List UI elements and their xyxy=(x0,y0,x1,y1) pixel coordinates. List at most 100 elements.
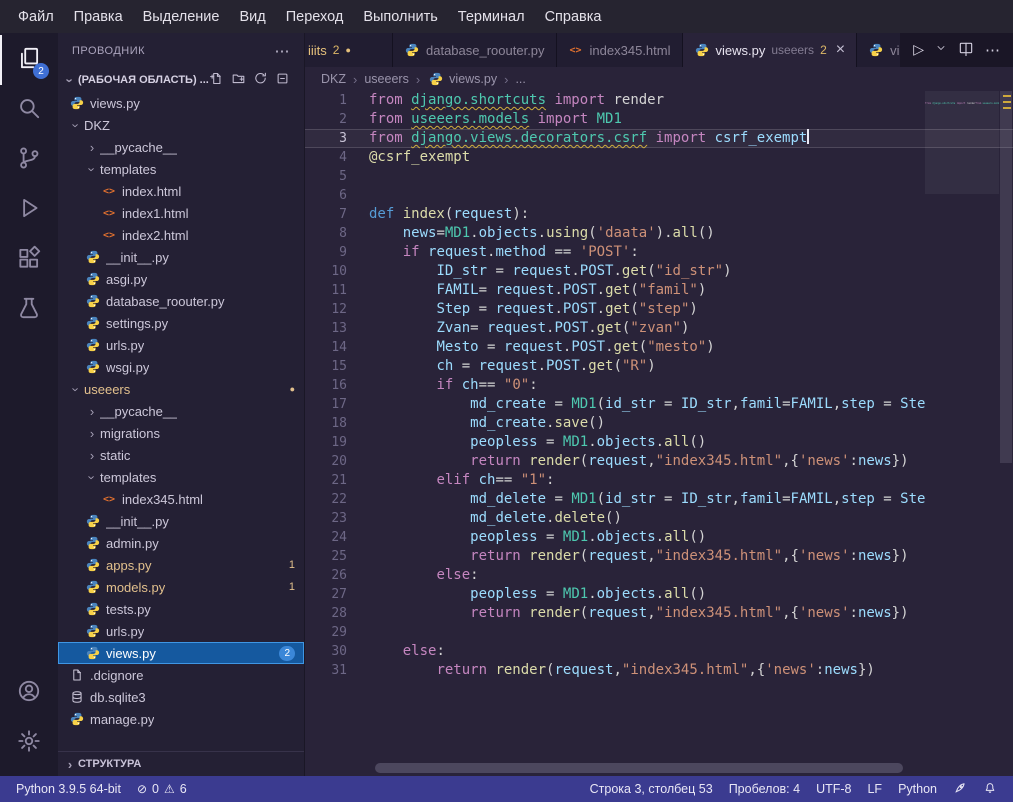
code-line-28[interactable]: 28 return render(request,"index345.html"… xyxy=(305,604,1013,623)
new-folder-icon[interactable] xyxy=(231,71,246,89)
activity-explorer[interactable]: 2 xyxy=(0,35,58,85)
tree-item-dcignore[interactable]: .dcignore xyxy=(58,664,304,686)
tree-item-asgi-py[interactable]: asgi.py xyxy=(58,268,304,290)
code-line-24[interactable]: 24 peopless = MD1.objects.all() xyxy=(305,528,1013,547)
line-number[interactable]: 20 xyxy=(305,452,369,471)
code-editor[interactable]: 1from django.shortcuts import render2fro… xyxy=(305,91,1013,776)
line-number[interactable]: 11 xyxy=(305,281,369,300)
code-line-31[interactable]: 31 return render(request,"index345.html"… xyxy=(305,661,1013,680)
line-number[interactable]: 2 xyxy=(305,110,369,129)
tree-item-index345-html[interactable]: <>index345.html xyxy=(58,488,304,510)
code-line-14[interactable]: 14 Mesto = request.POST.get("mesto") xyxy=(305,338,1013,357)
code-line-5[interactable]: 5 xyxy=(305,167,1013,186)
line-number[interactable]: 16 xyxy=(305,376,369,395)
status-python-version[interactable]: Python 3.9.5 64-bit xyxy=(8,776,129,802)
code-line-13[interactable]: 13 Zvan= request.POST.get("zvan") xyxy=(305,319,1013,338)
code-line-8[interactable]: 8 news=MD1.objects.using('daata').all() xyxy=(305,224,1013,243)
vertical-scrollbar-thumb[interactable] xyxy=(1000,91,1012,463)
code-line-16[interactable]: 16 if ch== "0": xyxy=(305,376,1013,395)
code-line-30[interactable]: 30 else: xyxy=(305,642,1013,661)
vertical-scrollbar[interactable] xyxy=(999,91,1013,776)
line-number[interactable]: 30 xyxy=(305,642,369,661)
tab-index345-html[interactable]: <>index345.html xyxy=(557,33,683,67)
tree-item-admin-py[interactable]: admin.py xyxy=(58,532,304,554)
more-actions-button[interactable]: ⋯ xyxy=(985,41,1000,60)
tree-item-views-py[interactable]: views.py xyxy=(58,92,304,114)
tree-item-manage-py[interactable]: manage.py xyxy=(58,708,304,730)
activity-testing[interactable] xyxy=(0,285,58,335)
code-line-1[interactable]: 1from django.shortcuts import render xyxy=(305,91,1013,110)
menu-item-файл[interactable]: Файл xyxy=(8,0,64,33)
line-number[interactable]: 3 xyxy=(305,129,369,148)
activity-search[interactable] xyxy=(0,85,58,135)
code-line-22[interactable]: 22 md_delete = MD1(id_str = ID_str,famil… xyxy=(305,490,1013,509)
horizontal-scrollbar-thumb[interactable] xyxy=(375,763,903,773)
line-number[interactable]: 27 xyxy=(305,585,369,604)
code-line-26[interactable]: 26 else: xyxy=(305,566,1013,585)
refresh-icon[interactable] xyxy=(253,71,268,89)
line-number[interactable]: 9 xyxy=(305,243,369,262)
line-number[interactable]: 17 xyxy=(305,395,369,414)
collapse-all-icon[interactable] xyxy=(275,71,290,89)
code-line-21[interactable]: 21 elif ch== "1": xyxy=(305,471,1013,490)
tree-item-database-roouter-py[interactable]: database_roouter.py xyxy=(58,290,304,312)
line-number[interactable]: 4 xyxy=(305,148,369,167)
line-number[interactable]: 28 xyxy=(305,604,369,623)
tree-item-db-sqlite3[interactable]: db.sqlite3 xyxy=(58,686,304,708)
code-line-29[interactable]: 29 xyxy=(305,623,1013,642)
status-encoding[interactable]: UTF-8 xyxy=(808,782,859,796)
code-line-2[interactable]: 2from useeers.models import MD1 xyxy=(305,110,1013,129)
menu-item-правка[interactable]: Правка xyxy=(64,0,133,33)
tab-database-roouter-py[interactable]: database_roouter.py xyxy=(393,33,557,67)
status-problems[interactable]: ⊘0⚠6 xyxy=(129,776,195,802)
breadcrumb-item-useeers[interactable]: useeers xyxy=(364,72,408,86)
tree-item-templates[interactable]: ›templates xyxy=(58,466,304,488)
line-number[interactable]: 6 xyxy=(305,186,369,205)
code-line-10[interactable]: 10 ID_str = request.POST.get("id_str") xyxy=(305,262,1013,281)
code-line-3[interactable]: 3from django.views.decorators.csrf impor… xyxy=(305,129,1013,148)
tree-item-views-py[interactable]: views.py2 xyxy=(58,642,304,664)
menu-item-справка[interactable]: Справка xyxy=(535,0,612,33)
tree-item-pycache[interactable]: ›__pycache__ xyxy=(58,400,304,422)
code-line-20[interactable]: 20 return render(request,"index345.html"… xyxy=(305,452,1013,471)
code-line-6[interactable]: 6 xyxy=(305,186,1013,205)
line-number[interactable]: 19 xyxy=(305,433,369,452)
line-number[interactable]: 21 xyxy=(305,471,369,490)
menu-item-выделение[interactable]: Выделение xyxy=(133,0,230,33)
code-line-11[interactable]: 11 FAMIL= request.POST.get("famil") xyxy=(305,281,1013,300)
status-language-mode[interactable]: Python xyxy=(890,782,945,796)
tree-item-pycache[interactable]: ›__pycache__ xyxy=(58,136,304,158)
line-number[interactable]: 12 xyxy=(305,300,369,319)
line-number[interactable]: 8 xyxy=(305,224,369,243)
new-file-icon[interactable] xyxy=(209,71,224,89)
line-number[interactable]: 24 xyxy=(305,528,369,547)
code-line-9[interactable]: 9 if request.method == 'POST': xyxy=(305,243,1013,262)
tree-item-index-html[interactable]: <>index.html xyxy=(58,180,304,202)
tree-item-useeers[interactable]: ›useeers● xyxy=(58,378,304,400)
activity-source-control[interactable] xyxy=(0,135,58,185)
code-line-23[interactable]: 23 md_delete.delete() xyxy=(305,509,1013,528)
tree-item-apps-py[interactable]: apps.py1 xyxy=(58,554,304,576)
line-number[interactable]: 23 xyxy=(305,509,369,528)
tree-item-index2-html[interactable]: <>index2.html xyxy=(58,224,304,246)
menu-item-выполнить[interactable]: Выполнить xyxy=(353,0,447,33)
outline-section-header[interactable]: › СТРУКТУРА xyxy=(58,751,304,776)
breadcrumb-item-item[interactable]: ... xyxy=(515,72,525,86)
code-line-7[interactable]: 7def index(request): xyxy=(305,205,1013,224)
run-button[interactable]: ▷ xyxy=(913,41,924,59)
code-line-18[interactable]: 18 md_create.save() xyxy=(305,414,1013,433)
tree-item-settings-py[interactable]: settings.py xyxy=(58,312,304,334)
status-language-server[interactable] xyxy=(945,781,975,798)
tree-item-dkz[interactable]: ›DKZ xyxy=(58,114,304,136)
line-number[interactable]: 26 xyxy=(305,566,369,585)
code-line-17[interactable]: 17 md_create = MD1(id_str = ID_str,famil… xyxy=(305,395,1013,414)
menu-item-переход[interactable]: Переход xyxy=(276,0,354,33)
code-line-15[interactable]: 15 ch = request.POST.get("R") xyxy=(305,357,1013,376)
code-line-19[interactable]: 19 peopless = MD1.objects.all() xyxy=(305,433,1013,452)
line-number[interactable]: 29 xyxy=(305,623,369,642)
run-dropdown[interactable] xyxy=(935,41,947,59)
activity-extensions[interactable] xyxy=(0,235,58,285)
menu-item-вид[interactable]: Вид xyxy=(229,0,275,33)
line-number[interactable]: 31 xyxy=(305,661,369,680)
split-editor-button[interactable] xyxy=(958,40,974,61)
